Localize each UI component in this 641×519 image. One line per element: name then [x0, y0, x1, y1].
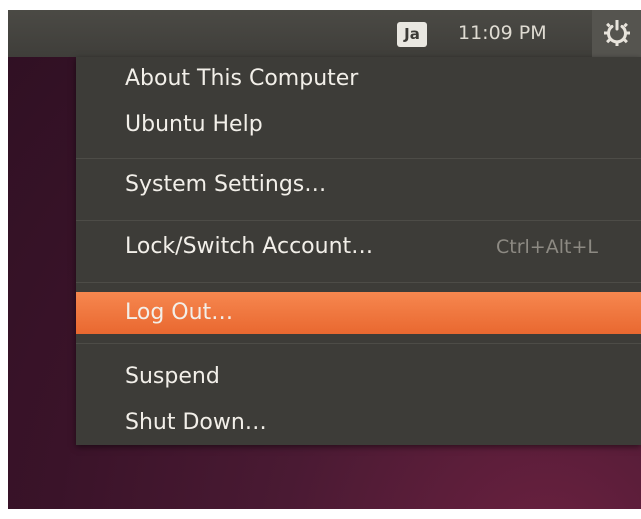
gear-power-icon — [604, 20, 630, 46]
menu-separator — [76, 343, 641, 344]
system-menu-button[interactable] — [592, 10, 641, 57]
menu-item-label: Lock/Switch Account… — [125, 234, 374, 259]
menu-item-help[interactable]: Ubuntu Help — [76, 105, 641, 145]
system-menu: About This Computer Ubuntu Help System S… — [76, 57, 641, 445]
menu-item-label: Suspend — [125, 364, 220, 389]
menu-item-label: Shut Down… — [125, 410, 267, 435]
clock[interactable]: 11:09 PM — [450, 10, 555, 57]
menu-item-label: Log Out… — [125, 300, 234, 325]
menu-item-shut-down[interactable]: Shut Down… — [76, 403, 641, 443]
menu-item-log-out[interactable]: Log Out… — [76, 292, 641, 334]
menu-item-suspend[interactable]: Suspend — [76, 357, 641, 397]
menu-item-lock[interactable]: Lock/Switch Account… Ctrl+Alt+L — [76, 227, 641, 267]
menu-item-label: About This Computer — [125, 66, 359, 91]
menu-item-system-settings[interactable]: System Settings… — [76, 165, 641, 205]
menu-item-label: System Settings… — [125, 172, 327, 197]
menu-item-shortcut: Ctrl+Alt+L — [496, 236, 598, 258]
top-panel: Ja 11:09 PM — [8, 10, 641, 57]
desktop: Ja 11:09 PM About This Computer Ubuntu H… — [8, 10, 641, 509]
keyboard-layout-indicator[interactable]: Ja — [397, 22, 427, 47]
menu-separator — [76, 282, 641, 283]
menu-item-label: Ubuntu Help — [125, 112, 263, 137]
menu-separator — [76, 158, 641, 159]
menu-item-about[interactable]: About This Computer — [76, 59, 641, 99]
menu-separator — [76, 220, 641, 221]
